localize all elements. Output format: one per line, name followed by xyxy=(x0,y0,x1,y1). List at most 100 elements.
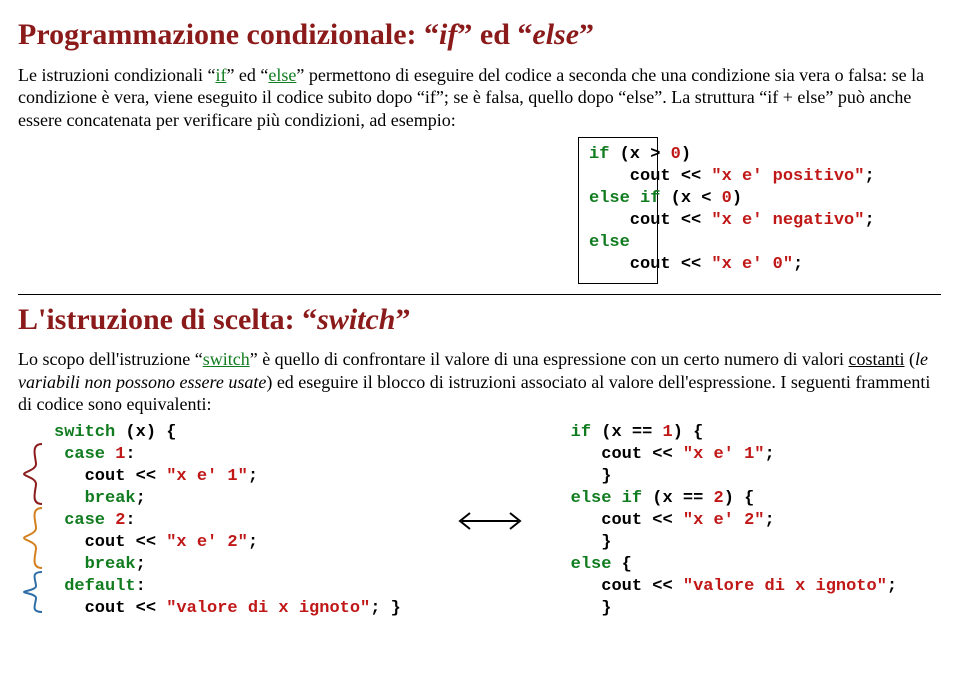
code-text: ; xyxy=(864,211,874,230)
code-text: cout << xyxy=(589,255,711,274)
code-text: (x < xyxy=(660,189,721,208)
code-num: 2 xyxy=(115,511,125,530)
code-text: cout << xyxy=(54,533,166,552)
code-text: cout << xyxy=(54,599,166,618)
heading-if-else: Programmazione condizionale: “if” ed “el… xyxy=(18,16,941,54)
arrow-column xyxy=(445,422,535,621)
code-text: : xyxy=(136,577,146,596)
code-text: } xyxy=(571,599,612,618)
code-str: "valore di x ignoto" xyxy=(683,577,887,596)
code-text: : xyxy=(125,445,135,464)
code-text: ; xyxy=(136,489,146,508)
code-text: : xyxy=(125,511,135,530)
heading-kw-else: else xyxy=(532,18,579,51)
code-num: 1 xyxy=(662,423,672,442)
code-text xyxy=(105,511,115,530)
code-text: ; } xyxy=(370,599,401,618)
brace-icon xyxy=(20,570,46,614)
code-text: (x) { xyxy=(115,423,176,442)
code-text: cout << xyxy=(571,445,683,464)
heading-text: Programmazione condizionale: “ xyxy=(18,18,439,51)
heading-text-mid: ” ed “ xyxy=(457,18,532,51)
code-text: ) xyxy=(732,189,742,208)
code-text: cout << xyxy=(571,511,683,530)
heading-kw-switch: switch xyxy=(317,303,395,336)
code-kw: if xyxy=(571,423,591,442)
code-text: cout << xyxy=(589,211,711,230)
code-text: { xyxy=(611,555,631,574)
code-kw: case xyxy=(54,511,105,530)
heading-kw-if: if xyxy=(439,18,457,51)
code-kw: break xyxy=(54,489,136,508)
para-text: ( xyxy=(905,349,916,369)
heading-text-post: ” xyxy=(579,18,594,51)
kw-if: if xyxy=(215,65,226,85)
code-text: ) xyxy=(681,145,691,164)
code-kw: switch xyxy=(54,423,115,442)
code-text: ; xyxy=(793,255,803,274)
double-arrow-icon xyxy=(450,505,530,537)
para-text: Lo scopo dell'istruzione “ xyxy=(18,349,203,369)
code-kw: if xyxy=(589,145,609,164)
code-text: ; xyxy=(136,555,146,574)
brace-icon xyxy=(20,506,46,570)
code-text: } xyxy=(571,533,612,552)
if-else-column: if (x == 1) { cout << "x e' 1"; } else i… xyxy=(535,422,941,621)
code-str: "x e' 2" xyxy=(166,533,248,552)
code-str: "x e' positivo" xyxy=(711,167,864,186)
section-if-else: Programmazione condizionale: “if” ed “el… xyxy=(18,16,941,284)
para-switch: Lo scopo dell'istruzione “switch” è quel… xyxy=(18,348,941,416)
kw-switch: switch xyxy=(203,349,250,369)
para-text: Le istruzioni condizionali “ xyxy=(18,65,215,85)
code-text: } xyxy=(571,467,612,486)
code-text: (x > xyxy=(609,145,670,164)
code-columns: switch (x) { case 1: cout << "x e' 1"; b… xyxy=(18,422,941,621)
switch-column: switch (x) { case 1: cout << "x e' 1"; b… xyxy=(18,422,445,621)
code-text: ; xyxy=(248,467,258,486)
code-text: ; xyxy=(864,167,874,186)
heading-text-post: ” xyxy=(396,303,411,336)
para-text: ” è quello di confrontare il valore di u… xyxy=(250,349,849,369)
heading-switch: L'istruzione di scelta: “switch” xyxy=(18,301,941,339)
code-text: ) { xyxy=(673,423,704,442)
code-num: 0 xyxy=(722,189,732,208)
code-text: cout << xyxy=(54,467,166,486)
code-kw: else xyxy=(571,555,612,574)
code-text: (x == xyxy=(591,423,662,442)
code-str: "x e' 2" xyxy=(683,511,765,530)
underline-costanti: costanti xyxy=(849,349,905,369)
code-text: ; xyxy=(248,533,258,552)
code-kw: else if xyxy=(571,489,642,508)
code-kw: case xyxy=(54,445,105,464)
code-text xyxy=(105,445,115,464)
codebox-if-else: if (x > 0) cout << "x e' positivo"; else… xyxy=(578,137,658,284)
code-num: 1 xyxy=(115,445,125,464)
code-num: 2 xyxy=(714,489,724,508)
code-text: ) { xyxy=(724,489,755,508)
brace-icon xyxy=(20,442,46,506)
code-text: cout << xyxy=(589,167,711,186)
code-text: cout << xyxy=(571,577,683,596)
code-kw: else xyxy=(589,233,630,252)
code-text: ; xyxy=(765,511,775,530)
code-str: "valore di x ignoto" xyxy=(166,599,370,618)
case-braces xyxy=(20,442,46,614)
para-if-else: Le istruzioni condizionali “if” ed “else… xyxy=(18,64,941,132)
kw-else: else xyxy=(268,65,296,85)
code-text: ; xyxy=(887,577,897,596)
code-str: "x e' negativo" xyxy=(711,211,864,230)
code-text: ; xyxy=(765,445,775,464)
codeblock-switch: switch (x) { case 1: cout << "x e' 1"; b… xyxy=(54,422,445,621)
code-num: 0 xyxy=(671,145,681,164)
code-kw: break xyxy=(54,555,136,574)
code-kw: else if xyxy=(589,189,660,208)
heading-text: L'istruzione di scelta: “ xyxy=(18,303,317,336)
codeblock-ifelse-equiv: if (x == 1) { cout << "x e' 1"; } else i… xyxy=(571,422,941,621)
para-text: ” ed “ xyxy=(226,65,268,85)
code-text: (x == xyxy=(642,489,713,508)
code-kw: default xyxy=(54,577,136,596)
code-str: "x e' 1" xyxy=(683,445,765,464)
code-str: "x e' 0" xyxy=(711,255,793,274)
code-str: "x e' 1" xyxy=(166,467,248,486)
divider xyxy=(18,294,941,295)
